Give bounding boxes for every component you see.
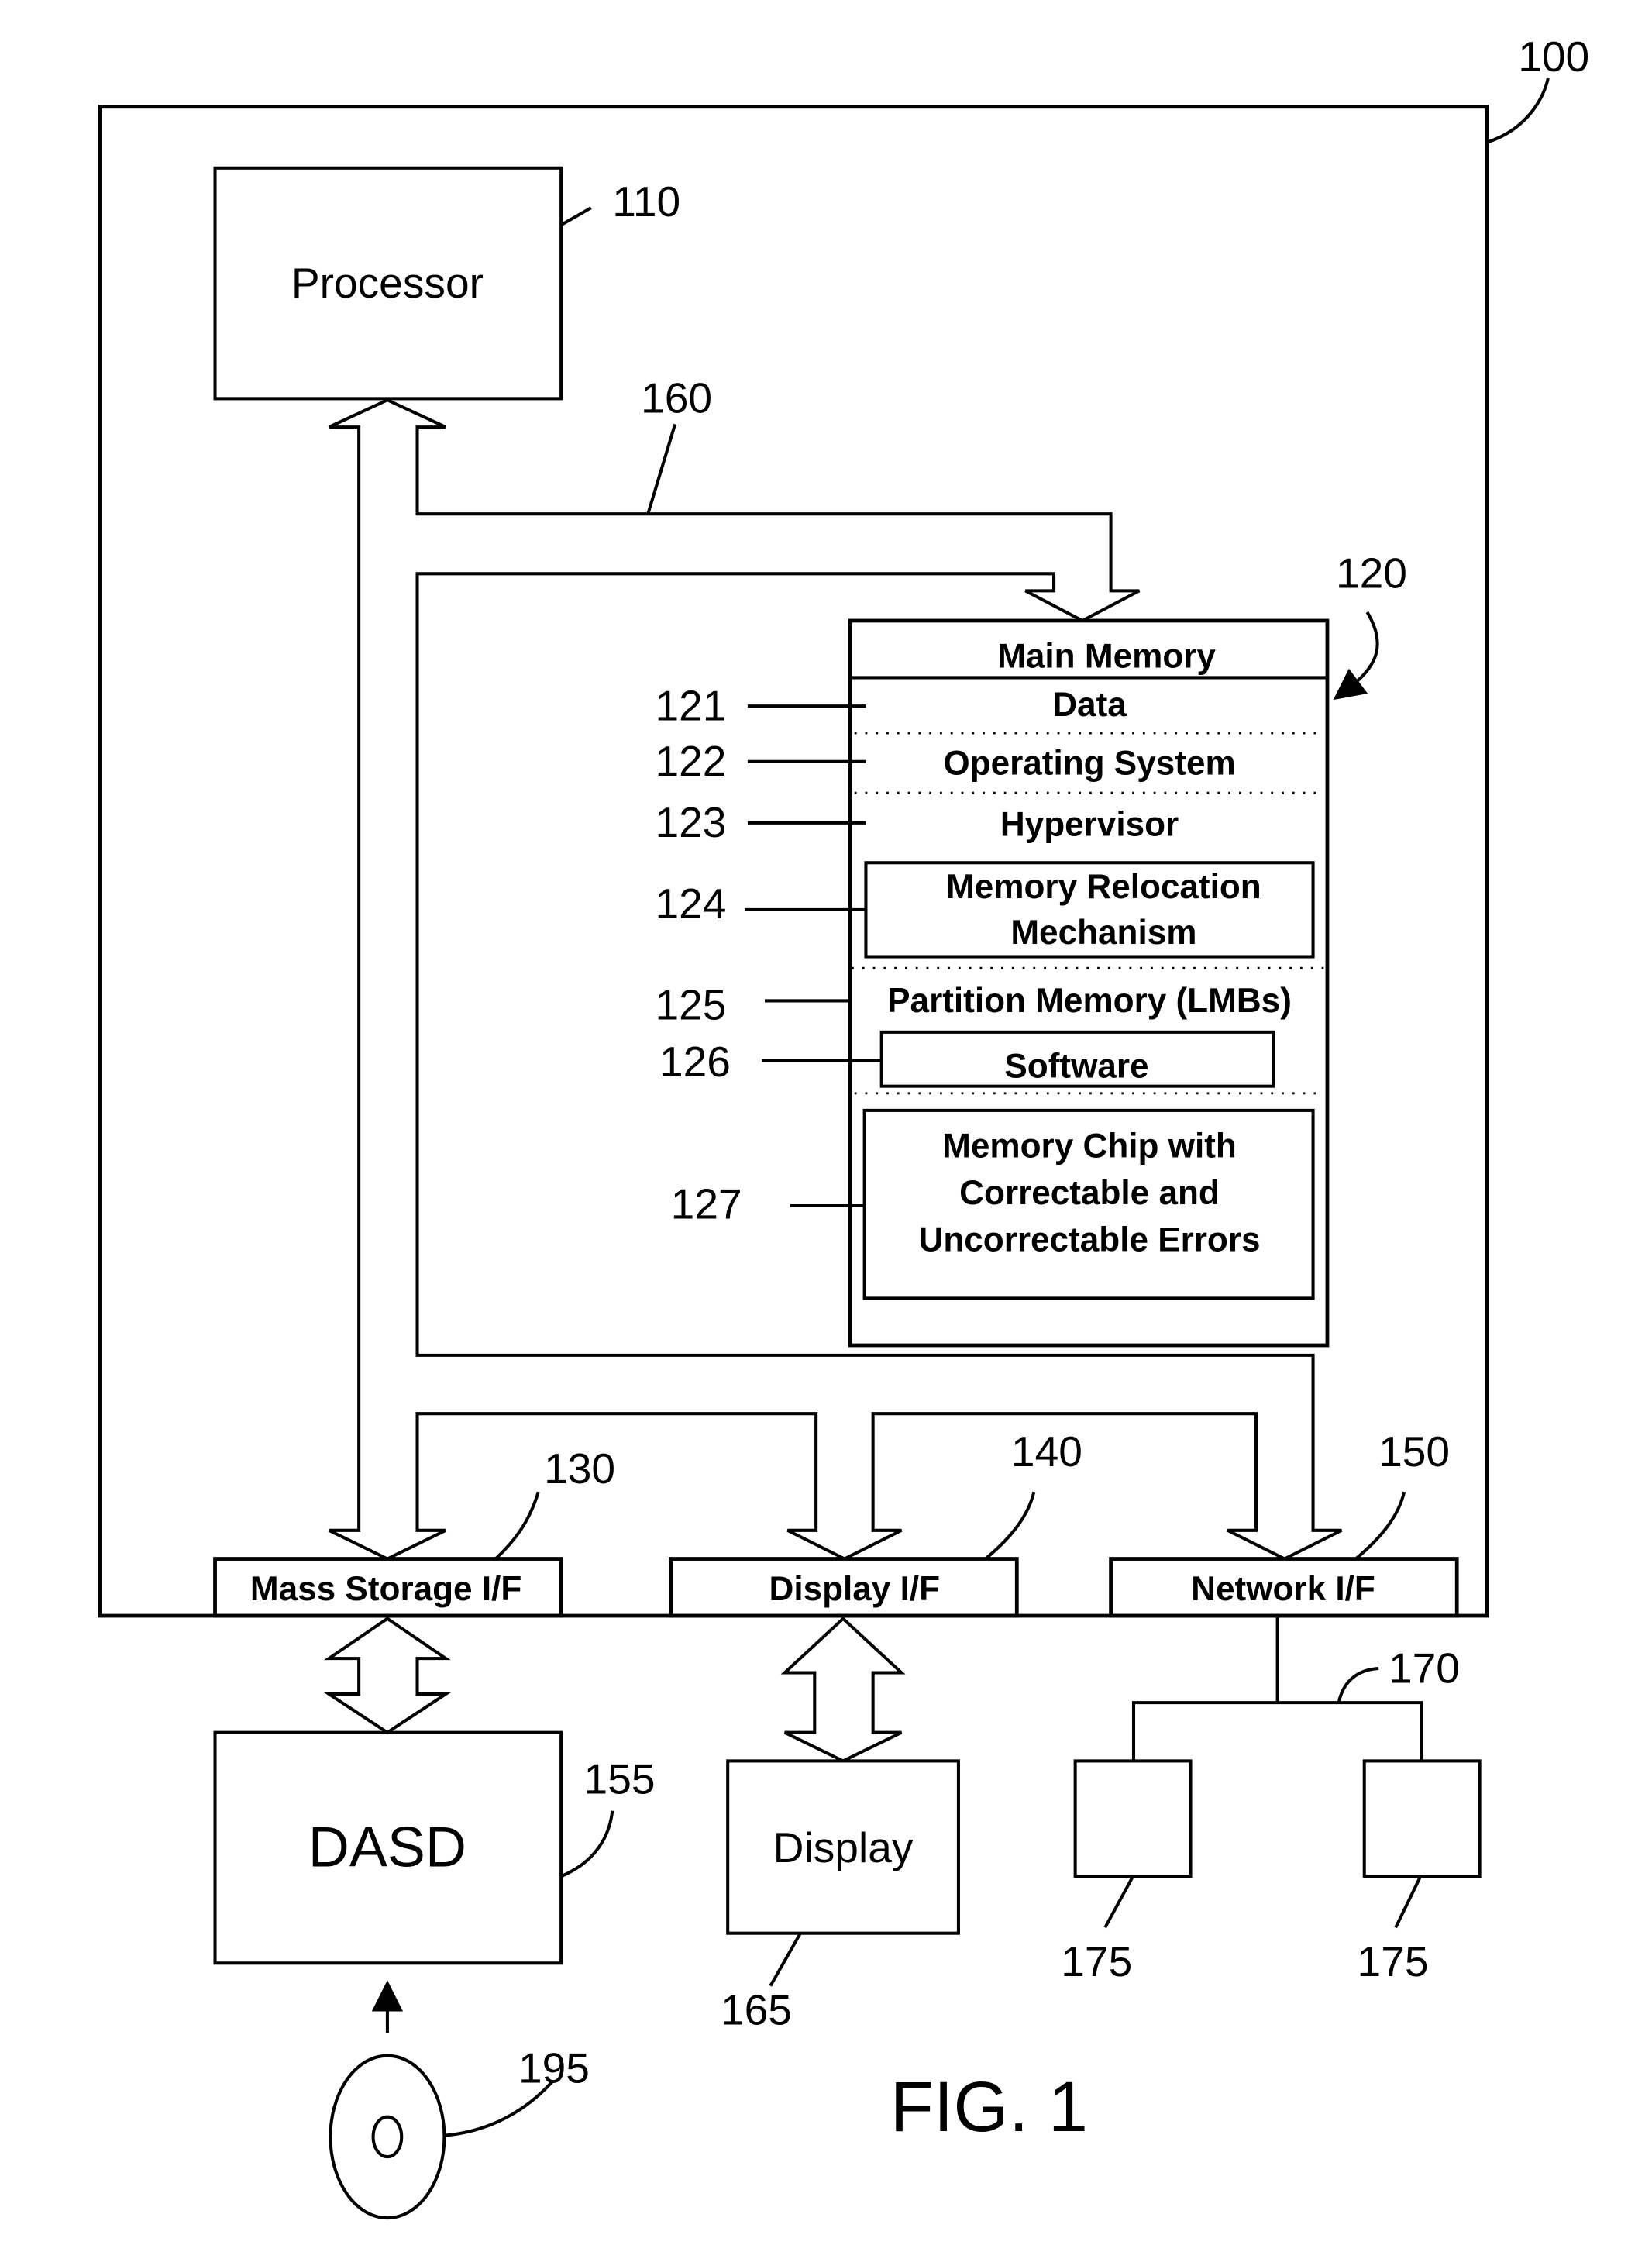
display-if-display-arrow — [780, 1616, 906, 1763]
mass-storage-if-label: Mass Storage I/F — [250, 1570, 521, 1608]
memory-chip-line3: Uncorrectable Errors — [918, 1221, 1260, 1259]
ref-124: 124 — [655, 880, 726, 928]
leader-line-160 — [646, 423, 677, 515]
memory-section-hypervisor: Hypervisor — [1000, 805, 1179, 843]
ref-175-2: 175 — [1358, 1937, 1429, 1985]
ref-125: 125 — [655, 980, 726, 1028]
ref-121: 121 — [655, 682, 726, 730]
leader-arrow-120 — [1333, 611, 1379, 701]
ref-160: 160 — [641, 374, 712, 422]
figure-caption: FIG. 1 — [890, 2068, 1088, 2147]
ref-122: 122 — [655, 737, 726, 785]
ref-126: 126 — [659, 1038, 731, 1086]
memory-chip-line1: Memory Chip with — [942, 1128, 1237, 1166]
ref-130: 130 — [544, 1444, 615, 1493]
processor-label: Processor — [291, 259, 484, 307]
memory-relocation-line1: Memory Relocation — [946, 868, 1261, 906]
leader-line-175-2 — [1394, 1877, 1422, 1929]
ref-120: 120 — [1336, 549, 1407, 597]
display-if-label: Display I/F — [769, 1570, 940, 1608]
ref-150: 150 — [1378, 1427, 1450, 1475]
leader-line-165 — [769, 1932, 802, 1987]
network-if-label: Network I/F — [1191, 1570, 1375, 1608]
ref-170: 170 — [1389, 1644, 1460, 1692]
memory-chip-line2: Correctable and — [959, 1174, 1220, 1212]
leader-line-175-1 — [1103, 1877, 1134, 1929]
network-device-box-1 — [1073, 1759, 1193, 1878]
memory-section-data: Data — [1052, 686, 1127, 724]
mass-storage-dasd-arrow — [323, 1617, 452, 1735]
bus-160 — [328, 398, 1343, 1561]
leader-line-155 — [560, 1810, 614, 1878]
memory-section-operating-system: Operating System — [943, 744, 1235, 782]
display-label: Display — [773, 1823, 914, 1871]
memory-relocation-line2: Mechanism — [1010, 914, 1196, 952]
ref-165: 165 — [721, 1985, 792, 2033]
software-label: Software — [1004, 1048, 1148, 1086]
ref-155: 155 — [584, 1755, 656, 1803]
ref-175-1: 175 — [1061, 1937, 1132, 1985]
dasd-label: DASD — [308, 1814, 466, 1878]
ref-195: 195 — [518, 2044, 590, 2092]
leader-line-170 — [1337, 1666, 1379, 1703]
leader-line-150 — [1354, 1491, 1406, 1561]
ref-127: 127 — [671, 1180, 742, 1228]
network-branch-line — [1131, 1701, 1423, 1761]
patent-diagram: 100 Processor 110 160 Main Memory 120 Da… — [98, 33, 1589, 2220]
ref-123: 123 — [655, 798, 726, 846]
leader-line-130 — [494, 1491, 540, 1561]
main-memory-title: Main Memory — [997, 638, 1216, 676]
ref-100: 100 — [1518, 33, 1589, 81]
leader-line-100 — [1486, 77, 1550, 144]
memory-section-partition-memory: Partition Memory (LMBs) — [887, 982, 1292, 1020]
ref-110: 110 — [612, 177, 680, 226]
ref-140: 140 — [1011, 1427, 1082, 1475]
disc-hole-icon — [371, 2115, 404, 2159]
network-device-box-2 — [1362, 1759, 1482, 1878]
leader-line-110 — [560, 206, 592, 227]
leader-line-140 — [984, 1491, 1036, 1561]
